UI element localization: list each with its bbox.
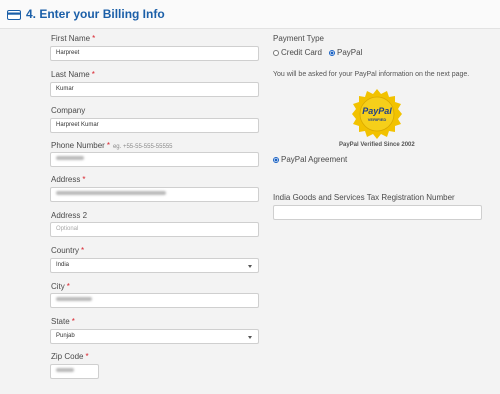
company-label: Company — [51, 106, 86, 115]
credit-card-icon — [7, 10, 21, 20]
seal-brand: PayPal — [362, 106, 392, 116]
verified-since: PayPal Verified Since 2002 — [339, 142, 415, 148]
city-field[interactable] — [50, 293, 259, 308]
credit-card-radio[interactable]: Credit Card — [273, 48, 322, 57]
last-name-label: Last Name * — [51, 70, 95, 79]
gst-field[interactable] — [273, 205, 482, 220]
payment-type-label: Payment Type — [273, 34, 324, 43]
address2-field[interactable]: Optional — [50, 222, 259, 237]
last-name-field[interactable]: Kumar — [50, 82, 259, 97]
zip-label: Zip Code * — [51, 352, 89, 361]
chevron-down-icon — [248, 265, 252, 268]
paypal-verified-seal: PayPal VERIFIED — [352, 89, 402, 139]
state-select[interactable]: Punjab — [50, 329, 259, 344]
section-header: 4. Enter your Billing Info — [0, 0, 500, 29]
seal-sub: VERIFIED — [368, 117, 387, 122]
country-label: Country * — [51, 246, 85, 255]
phone-label: Phone Number * eg. +55-55-555-55555 — [51, 141, 173, 150]
address-label: Address * — [51, 175, 86, 184]
address-field[interactable] — [50, 187, 259, 202]
radio-selected-icon — [329, 50, 335, 56]
gst-label: India Goods and Services Tax Registratio… — [273, 193, 455, 202]
radio-icon — [273, 50, 279, 56]
city-label: City * — [51, 282, 70, 291]
company-field[interactable]: Harpreet Kumar — [50, 118, 259, 133]
paypal-note: You will be asked for your PayPal inform… — [273, 71, 470, 78]
state-label: State * — [51, 317, 75, 326]
phone-field[interactable] — [50, 152, 259, 167]
zip-field[interactable] — [50, 364, 99, 379]
radio-selected-icon — [273, 157, 279, 163]
address2-label: Address 2 — [51, 211, 88, 220]
paypal-agreement-radio[interactable]: PayPal Agreement — [273, 155, 347, 164]
country-select[interactable]: India — [50, 258, 259, 273]
first-name-label: First Name * — [51, 34, 96, 43]
section-title: 4. Enter your Billing Info — [26, 7, 165, 21]
first-name-field[interactable]: Harpreet — [50, 46, 259, 61]
chevron-down-icon — [248, 336, 252, 339]
paypal-radio[interactable]: PayPal — [329, 48, 362, 57]
